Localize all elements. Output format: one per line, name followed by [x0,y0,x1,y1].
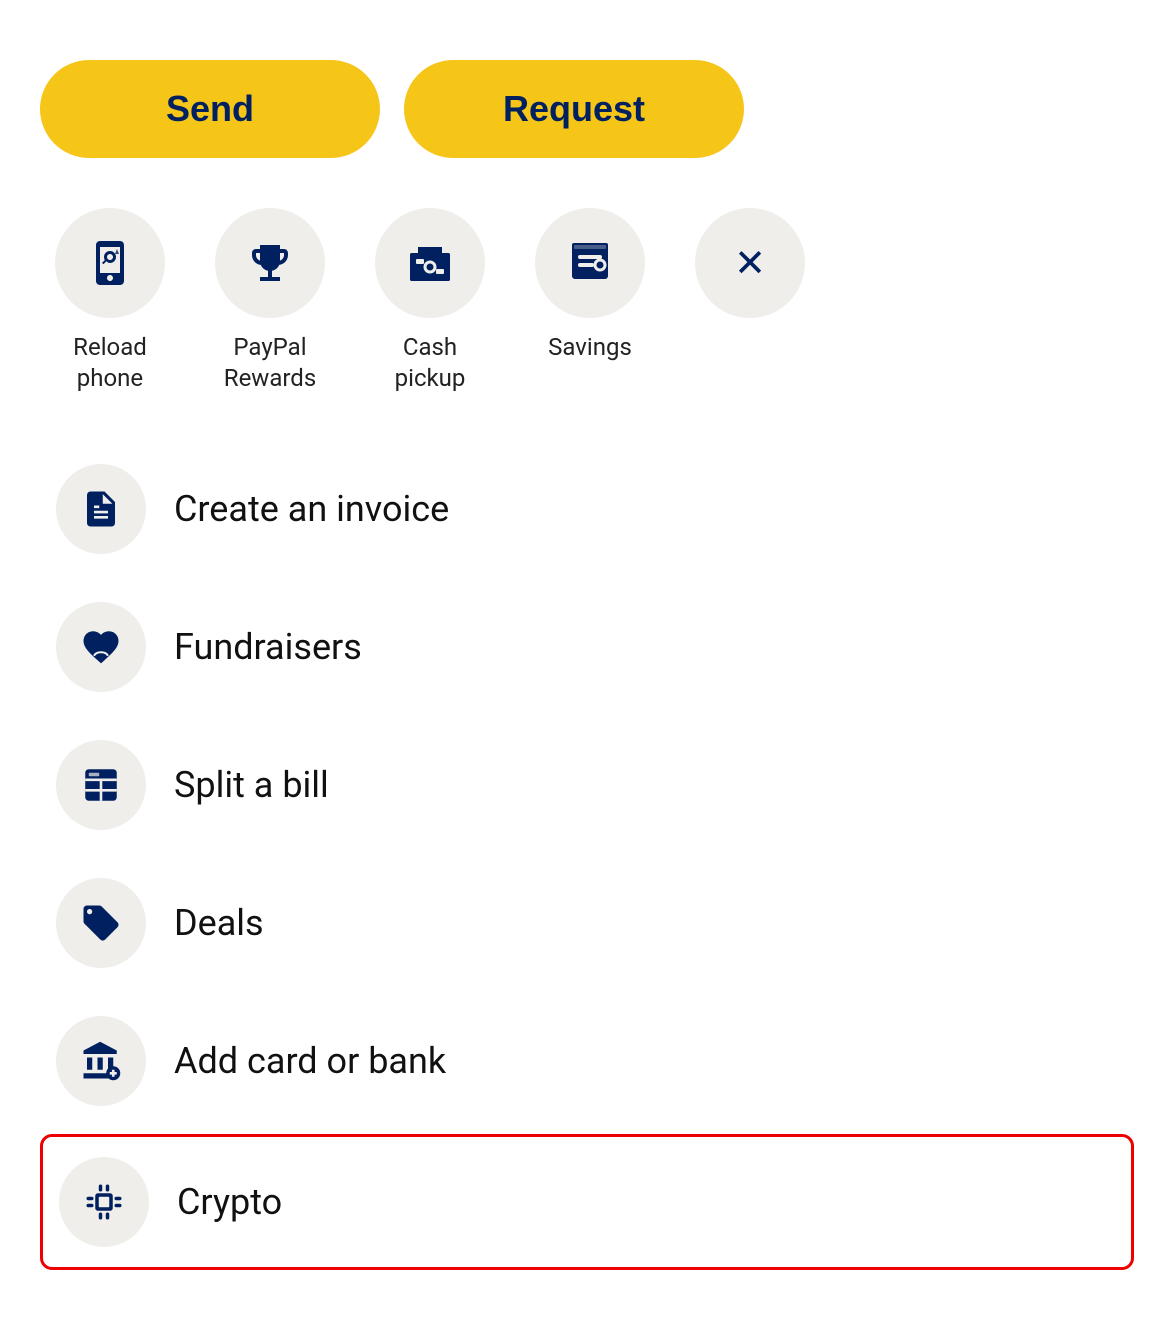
deals-label: Deals [174,902,264,944]
cash-pickup-icon-circle [375,208,485,318]
list-item-deals[interactable]: Deals [40,858,1134,988]
paypal-rewards-icon-circle [215,208,325,318]
send-button[interactable]: Send [40,60,380,158]
deals-icon [80,902,122,944]
cash-pickup-icon [406,239,454,287]
quick-action-close[interactable]: ✕ [680,208,820,332]
list-items-container: Create an invoice Fundraisers Split a bi… [40,444,1134,1270]
quick-action-reload-phone[interactable]: Reloadphone [40,208,180,394]
reload-phone-label: Reloadphone [73,332,147,394]
savings-icon [566,239,614,287]
crypto-icon [83,1181,125,1223]
split-bill-icon-circle [56,740,146,830]
invoice-icon [80,488,122,530]
fundraisers-label: Fundraisers [174,626,362,668]
crypto-label: Crypto [177,1181,282,1223]
reload-phone-icon-circle [55,208,165,318]
add-card-icon [80,1040,122,1082]
fundraiser-icon [80,626,122,668]
split-bill-label: Split a bill [174,764,329,806]
create-invoice-label: Create an invoice [174,488,449,530]
fundraisers-icon-circle [56,602,146,692]
list-item-add-card-bank[interactable]: Add card or bank [40,996,1134,1126]
paypal-rewards-label: PayPalRewards [224,332,316,394]
quick-action-paypal-rewards[interactable]: PayPalRewards [200,208,340,394]
top-buttons-container: Send Request [40,60,1134,158]
list-item-create-invoice[interactable]: Create an invoice [40,444,1134,574]
create-invoice-icon-circle [56,464,146,554]
cash-pickup-label: Cashpickup [395,332,466,394]
phone-reload-icon [86,239,134,287]
close-icon-circle: ✕ [695,208,805,318]
trophy-icon [246,239,294,287]
savings-label: Savings [548,332,632,363]
quick-action-cash-pickup[interactable]: Cashpickup [360,208,500,394]
split-bill-icon [80,764,122,806]
close-icon: ✕ [734,241,766,286]
add-card-bank-icon-circle [56,1016,146,1106]
quick-actions-row: Reloadphone PayPalRewards Cashpickup [40,208,1134,394]
list-item-split-bill[interactable]: Split a bill [40,720,1134,850]
request-button[interactable]: Request [404,60,744,158]
list-item-crypto[interactable]: Crypto [40,1134,1134,1270]
crypto-icon-circle [59,1157,149,1247]
savings-icon-circle [535,208,645,318]
add-card-bank-label: Add card or bank [174,1040,446,1082]
quick-action-savings[interactable]: Savings [520,208,660,363]
deals-icon-circle [56,878,146,968]
list-item-fundraisers[interactable]: Fundraisers [40,582,1134,712]
